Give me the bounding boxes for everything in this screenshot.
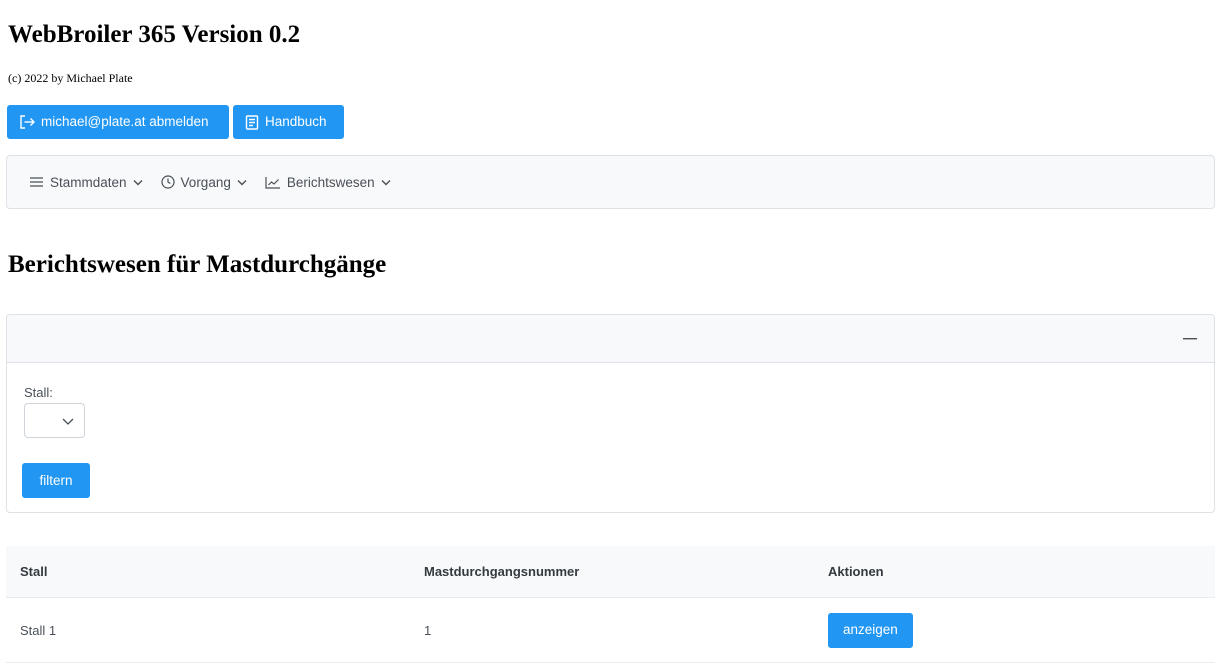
cell-actions: anzeigen <box>814 597 1215 663</box>
menu-item-stammdaten[interactable]: Stammdaten <box>29 175 143 190</box>
logout-button[interactable]: michael@plate.at abmelden <box>7 105 229 139</box>
manual-label: Handbuch <box>265 114 327 130</box>
chevron-down-icon <box>133 179 143 186</box>
results-table: Stall Mastdurchgangsnummer Aktionen Stal… <box>6 546 1215 663</box>
cell-stall: Stall 1 <box>6 597 410 663</box>
page-title: Berichtswesen für Mastdurchgänge <box>8 251 387 278</box>
logout-label: michael@plate.at abmelden <box>41 114 209 130</box>
book-icon <box>245 114 259 130</box>
copyright-text: (c) 2022 by Michael Plate <box>8 71 133 85</box>
stall-label: Stall: <box>24 385 53 400</box>
filter-panel: Stall: filtern <box>6 314 1215 513</box>
collapse-icon[interactable] <box>1180 329 1200 349</box>
clock-icon <box>160 175 175 189</box>
table-header-row: Stall Mastdurchgangsnummer Aktionen <box>6 546 1215 598</box>
sign-out-icon <box>19 115 35 129</box>
main-menubar: Stammdaten Vorgang Berichtswesen <box>6 155 1215 209</box>
menu-item-vorgang[interactable]: Vorgang <box>160 174 247 190</box>
menu-item-label: Vorgang <box>180 174 231 190</box>
bars-icon <box>29 176 44 188</box>
manual-button[interactable]: Handbuch <box>233 105 344 139</box>
column-header-nummer: Mastdurchgangsnummer <box>410 546 814 598</box>
results-table-wrapper: Stall Mastdurchgangsnummer Aktionen Stal… <box>6 546 1215 663</box>
column-header-stall: Stall <box>6 546 410 598</box>
cell-nummer: 1 <box>410 597 814 663</box>
column-header-aktionen: Aktionen <box>814 546 1215 598</box>
menu-item-label: Stammdaten <box>50 174 127 190</box>
filter-button[interactable]: filtern <box>22 463 90 498</box>
stall-select[interactable] <box>24 403 85 438</box>
menu-item-label: Berichtswesen <box>286 174 375 190</box>
chevron-down-icon <box>62 412 74 430</box>
table-row: Stall 1 1 anzeigen <box>6 597 1215 663</box>
chevron-down-icon <box>381 179 391 186</box>
filter-panel-header <box>7 315 1214 363</box>
show-button[interactable]: anzeigen <box>828 612 913 648</box>
chevron-down-icon <box>237 179 247 186</box>
chart-line-icon <box>265 176 281 189</box>
menu-item-berichtswesen[interactable]: Berichtswesen <box>265 175 391 190</box>
app-title: WebBroiler 365 Version 0.2 <box>8 21 301 48</box>
